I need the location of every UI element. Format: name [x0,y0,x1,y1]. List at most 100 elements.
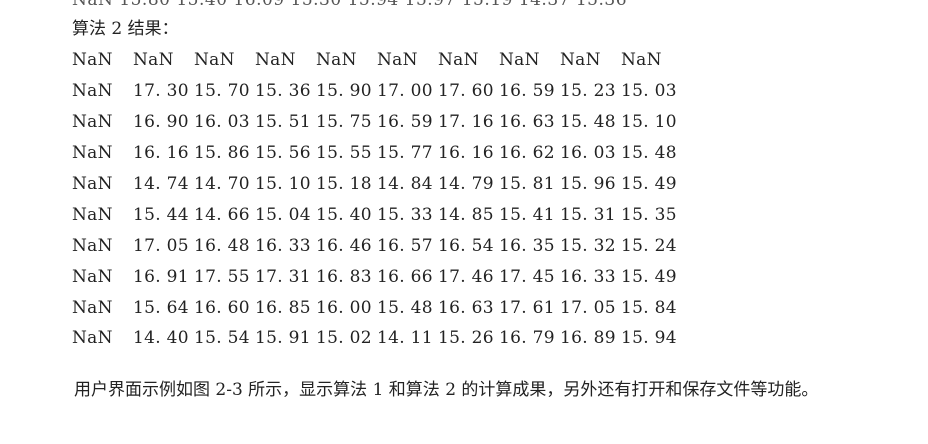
table-cell: 16. 85 [255,297,311,318]
result-table-body: NaN NaN NaN NaN NaN NaN NaN NaN NaN NaN … [72,45,682,354]
table-cell: 16. 16 [438,143,494,164]
table-cell: NaN [72,81,113,102]
table-row: NaN 15. 44 14. 66 15. 04 15. 40 15. 33 14. 85 1… [72,199,682,230]
table-cell: 15. 36 [255,81,311,102]
table-cell: 14. 11 [377,328,433,349]
table-cell: 16. 59 [499,81,555,102]
table-cell: 14. 70 [194,174,250,194]
table-cell: 15. 02 [316,328,372,349]
table-cell: 16. 03 [560,143,616,164]
result-table: NaN NaN NaN NaN NaN NaN NaN NaN NaN NaN … [72,45,682,354]
table-cell: 15. 70 [194,81,250,102]
table-cell: 15. 48 [560,112,616,133]
table-row: NaN 15. 64 16. 60 16. 85 16. 00 15. 48 16. 63 1… [72,292,682,323]
table-cell: 16. 33 [560,266,616,287]
table-cell: 17. 46 [438,266,494,287]
table-cell: 15. 44 [133,204,189,225]
table-cell: 17. 55 [194,266,250,287]
table-cell: 15. 94 [621,328,677,349]
table-cell: 14. 85 [438,204,494,225]
table-cell: 16. 63 [499,112,555,133]
table-cell: 15. 18 [316,174,372,194]
table-cell: 16. 57 [377,235,433,256]
table-cell: 15. 96 [560,174,616,194]
table-cell: 15. 48 [377,297,433,318]
table-cell: 17. 00 [377,81,433,102]
table-cell: 16. 79 [499,328,555,349]
table-cell: 16. 62 [499,143,555,164]
table-cell: 15. 04 [255,204,311,225]
cutoff-data-row: NaN 15.80 15.40 16.09 15.30 15.94 15.97 … [72,0,627,8]
table-cell: 16. 46 [316,235,372,256]
table-cell: 16. 83 [316,266,372,287]
table-cell: 17. 60 [438,81,494,102]
table-cell: 15. 10 [255,174,311,194]
table-cell: 14. 84 [377,174,433,194]
table-row: NaN 16. 16 15. 86 15. 56 15. 55 15. 77 16. 16 1… [72,138,682,169]
table-cell: 15. 64 [133,297,189,318]
table-cell: 15. 49 [621,266,677,287]
table-row: NaN 17. 30 15. 70 15. 36 15. 90 17. 00 17. 60 1… [72,76,682,107]
table-cell: 15. 10 [621,112,677,133]
table-cell: 16. 16 [133,143,189,164]
table-cell: 17. 31 [255,266,311,287]
body-paragraph: 用户界面示例如图 2-3 所示，显示算法 1 和算法 2 的计算成果，另外还有打… [74,380,819,400]
table-cell: 15. 54 [194,328,250,349]
table-cell: 15. 23 [560,81,616,102]
table-cell: 15. 33 [377,204,433,225]
table-cell: 17. 45 [499,266,555,287]
table-cell: 15. 03 [621,81,677,102]
document-page: NaN 15.80 15.40 16.09 15.30 15.94 15.97 … [0,0,928,444]
table-cell: 15. 56 [255,143,311,164]
table-cell: NaN [72,50,113,71]
table-row: NaN 16. 90 16. 03 15. 51 15. 75 16. 59 17. 16 1… [72,107,682,138]
section-heading: 算法 2 结果： [72,19,179,39]
table-cell: 16. 00 [316,297,372,318]
table-cell: NaN [560,50,601,71]
table-row: NaN 17. 05 16. 48 16. 33 16. 46 16. 57 16. 54 1… [72,230,682,261]
table-cell: 14. 74 [133,174,189,194]
table-cell: 15. 31 [560,204,616,225]
table-cell: NaN [72,143,113,164]
table-cell: 15. 86 [194,143,250,164]
table-cell: 16. 63 [438,297,494,318]
table-cell: NaN [377,50,418,71]
table-row: NaN 16. 91 17. 55 17. 31 16. 83 16. 66 17. 46 1… [72,261,682,292]
table-cell: 15. 41 [499,204,555,225]
table-cell: NaN [621,50,662,71]
table-cell: NaN [72,266,113,287]
table-cell: NaN [72,297,113,318]
table-cell: 15. 24 [621,235,677,256]
table-cell: 16. 66 [377,266,433,287]
table-cell: 15. 49 [621,174,677,194]
table-cell: 16. 33 [255,235,311,256]
table-cell: 16. 48 [194,235,250,256]
table-cell: 16. 59 [377,112,433,133]
table-cell: 14. 79 [438,174,494,194]
table-cell: 15. 40 [316,204,372,225]
table-cell: NaN [72,235,113,256]
table-cell: 15. 51 [255,112,311,133]
table-cell: 16. 60 [194,297,250,318]
table-cell: 16. 89 [560,328,616,349]
table-cell: NaN [72,328,113,349]
table-cell: 15. 75 [316,112,372,133]
table-row: NaN NaN NaN NaN NaN NaN NaN NaN NaN NaN [72,45,682,76]
table-cell: 15. 32 [560,235,616,256]
table-cell: NaN [72,112,113,133]
table-cell: 17. 05 [133,235,189,256]
table-cell: NaN [72,204,113,225]
table-cell: NaN [255,50,296,71]
table-cell: 15. 55 [316,143,372,164]
table-cell: 17. 16 [438,112,494,133]
table-cell: 17. 61 [499,297,555,318]
table-cell: 17. 05 [560,297,616,318]
table-cell: 16. 54 [438,235,494,256]
table-cell: 16. 03 [194,112,250,133]
table-cell: 15. 26 [438,328,494,349]
table-cell: 17. 30 [133,81,189,102]
table-cell: 15. 48 [621,143,677,164]
table-row: NaN 14. 74 14. 70 15. 10 15. 18 14. 84 14. 79 1… [72,169,682,200]
table-cell: NaN [194,50,235,71]
table-cell: NaN [499,50,540,71]
